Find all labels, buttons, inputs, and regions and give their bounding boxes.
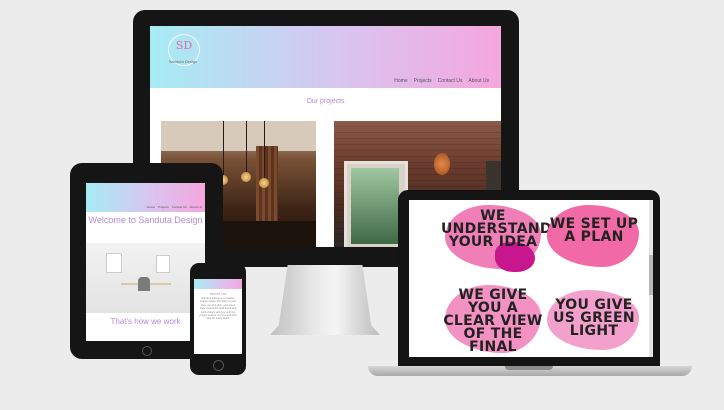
- nav-link-home[interactable]: Home: [147, 205, 155, 209]
- card-understand-idea: WE UNDERSTAND YOUR IDEA: [441, 208, 552, 250]
- lamp-cord: [246, 121, 247, 173]
- main-nav: Home Projects Contact Us About Us: [394, 78, 489, 84]
- tablet-how-we-work-heading: That's how we work: [110, 317, 181, 326]
- card-set-up-plan: WE SET UP A PLAN: [549, 216, 639, 245]
- card-green-light: YOU GIVE US GREEN LIGHT: [553, 297, 635, 339]
- pendant-lamp: [434, 153, 450, 175]
- wall-frame: [106, 253, 122, 273]
- site-header: SD Sanduta Design Home Projects Contact …: [150, 26, 501, 88]
- tablet-header: Home Projects Contact Us About Us: [86, 183, 205, 212]
- card-clear-view: WE GIVE YOU A CLEAR VIEW OF THE FINAL: [443, 287, 543, 355]
- phone-about-heading: About Us: [209, 291, 227, 296]
- site-logo-subtitle: Sanduta Design: [168, 59, 198, 64]
- tablet-welcome-heading: Welcome to Sanduta Design: [88, 215, 203, 225]
- chair: [138, 277, 150, 291]
- monitor-stand: [270, 265, 380, 335]
- pendant-lamp: [241, 172, 251, 182]
- projects-heading: Our projects: [306, 98, 345, 105]
- laptop-notch: [505, 366, 553, 370]
- nav-link-contact[interactable]: Contact Us: [438, 78, 463, 84]
- scrollbar-thumb[interactable]: [649, 255, 653, 295]
- wall-frame: [156, 255, 170, 273]
- laptop-screen: WE UNDERSTAND YOUR IDEA WE SET UP A PLAN…: [409, 200, 653, 357]
- lamp-cord: [264, 121, 265, 179]
- tablet-home-button[interactable]: [142, 346, 152, 356]
- ceiling: [161, 121, 316, 151]
- window-view: [351, 168, 399, 244]
- tablet-nav: Home Projects Contact Us About Us: [147, 205, 202, 209]
- nav-link-about[interactable]: About Us: [468, 78, 489, 84]
- nav-link-about[interactable]: About Us: [190, 205, 202, 209]
- phone-header: [194, 279, 242, 289]
- lamp-cord: [223, 121, 224, 176]
- tablet-room-photo: [86, 243, 205, 313]
- phone-about-text: Sanduta Design is a creative interior st…: [199, 297, 237, 321]
- tablet-screen: Home Projects Contact Us About Us Welcom…: [86, 183, 205, 341]
- nav-link-home[interactable]: Home: [394, 78, 407, 84]
- nav-link-contact[interactable]: Contact Us: [172, 205, 187, 209]
- pendant-lamp: [259, 178, 269, 188]
- nav-link-projects[interactable]: Projects: [414, 78, 432, 84]
- phone-screen: About Us Sanduta Design is a creative in…: [194, 279, 242, 354]
- nav-link-projects[interactable]: Projects: [158, 205, 169, 209]
- phone-home-button[interactable]: [213, 360, 224, 371]
